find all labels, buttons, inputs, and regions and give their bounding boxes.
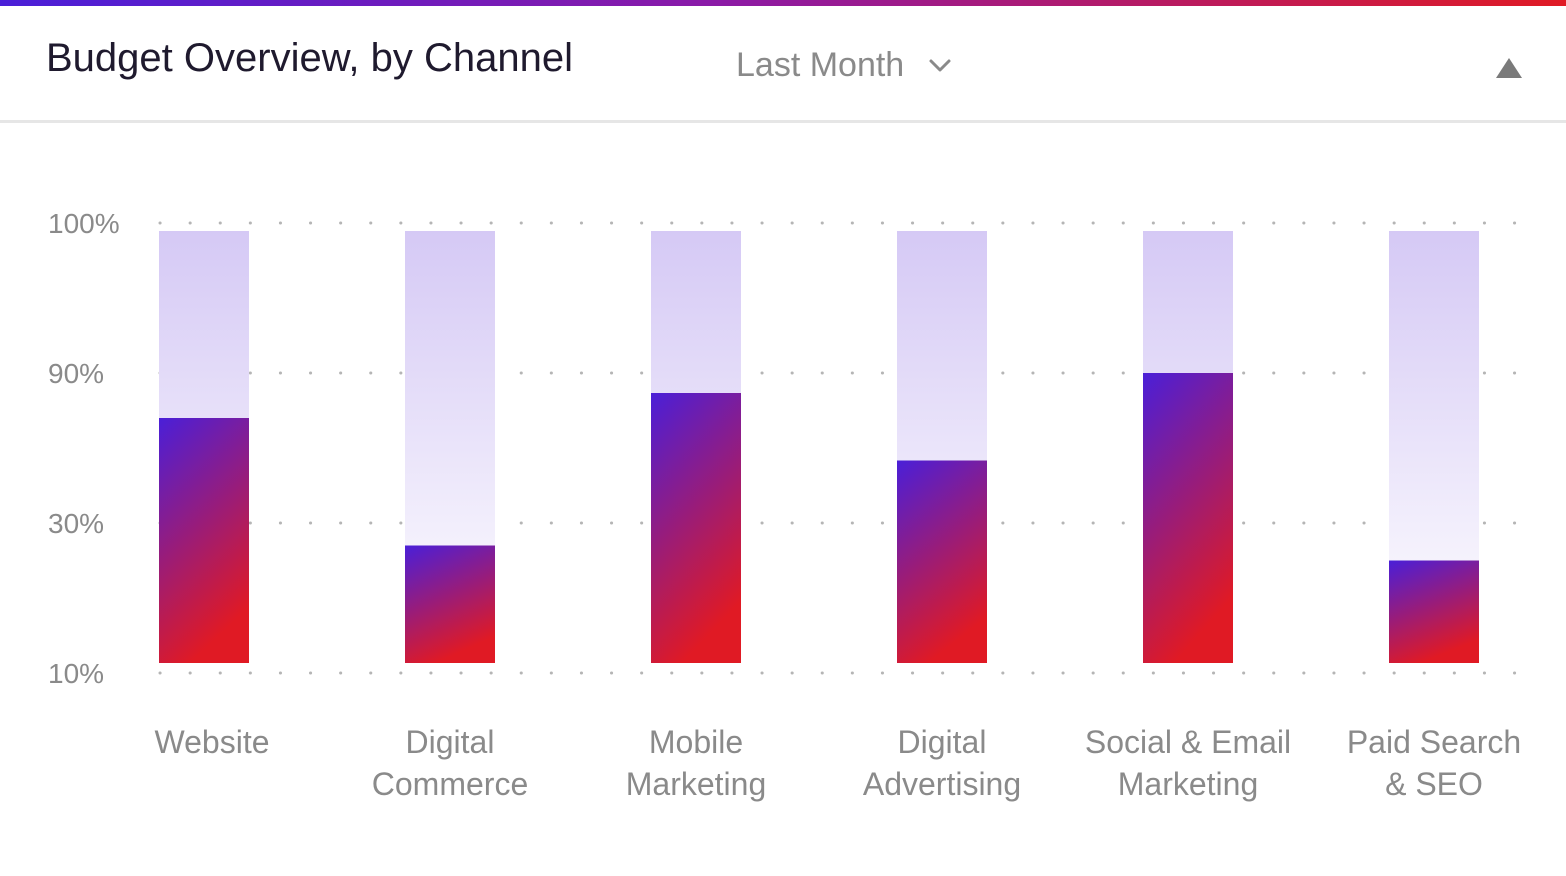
bar[interactable] [651,393,741,663]
period-dropdown-label: Last Month [736,46,905,84]
bar-chart: 10% 30% 90% 100% Website Digital Commerce Mobil… [48,208,1522,802]
category-label: Digital Commerce [372,724,528,802]
y-tick-label: 90% [48,358,104,389]
period-dropdown[interactable]: Last Month [736,46,954,85]
card-header: Budget Overview, by Channel Last Month [0,6,1566,123]
y-tick-label: 10% [48,658,104,689]
bar[interactable] [1389,560,1479,664]
page-title: Budget Overview, by Channel [46,36,573,80]
category-label: Website [154,724,269,760]
category-label: Paid Search & SEO [1347,724,1521,802]
chevron-down-icon [929,59,951,71]
y-tick-label: 100% [48,208,120,239]
triangle-up-icon[interactable] [1494,56,1524,80]
category-label: Social & Email Marketing [1085,724,1291,802]
category-label: Mobile Marketing [626,724,767,802]
category-label: Digital Advertising [863,724,1021,802]
y-tick-label: 30% [48,508,104,539]
bar[interactable] [405,545,495,664]
bar[interactable] [159,418,249,663]
bar[interactable] [1143,373,1233,663]
bar[interactable] [897,460,987,664]
